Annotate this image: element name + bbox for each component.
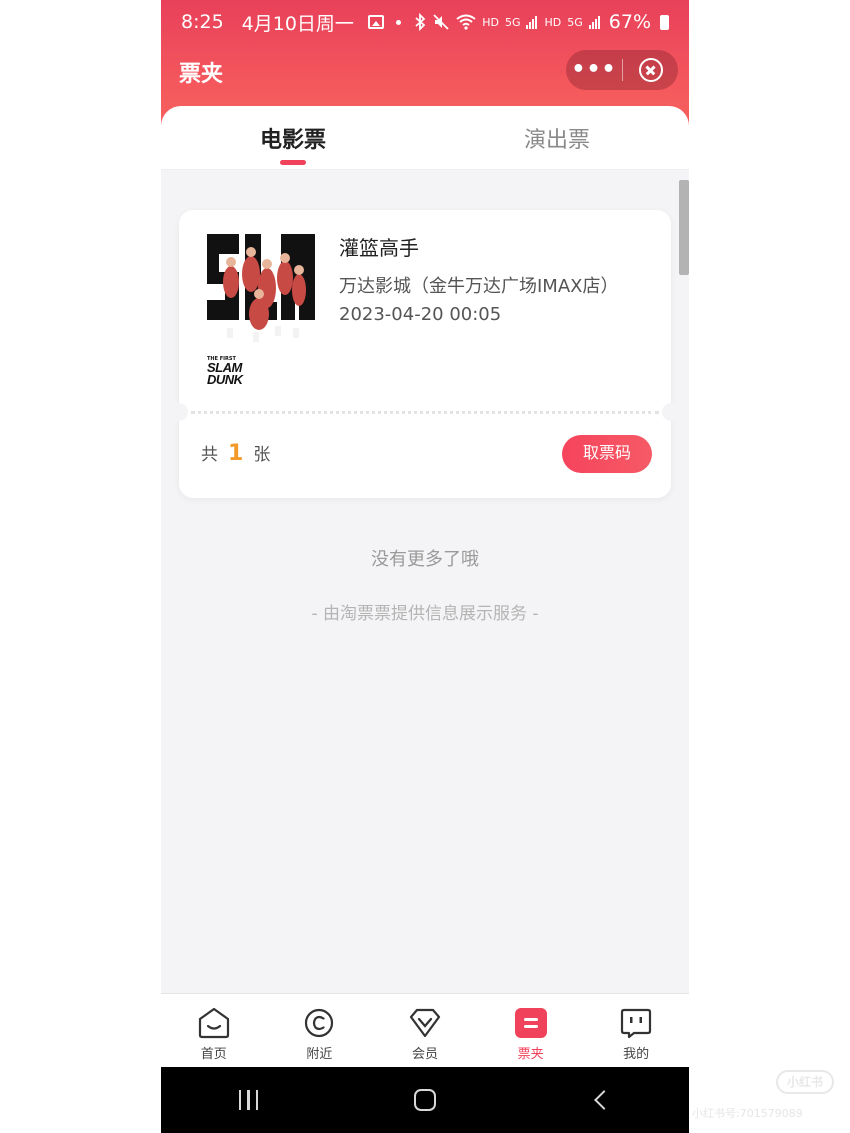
hd-label-2: HD	[544, 15, 562, 29]
hd-label-1: HD	[482, 15, 499, 29]
close-icon[interactable]	[639, 58, 663, 82]
notification-dot-icon	[395, 19, 401, 25]
more-button[interactable]: •••	[566, 50, 622, 90]
watermark-id: 小红书号:701579089	[692, 1107, 803, 1120]
battery-icon	[660, 14, 669, 30]
mute-icon	[433, 14, 449, 30]
list-end-text: 没有更多了哦	[371, 549, 479, 570]
cinema-name: 万达影城（金牛万达广场IMAX店）	[339, 276, 619, 297]
signal-5g-label-1: 5G	[504, 15, 521, 29]
nav-label: 我的	[623, 1047, 650, 1062]
poster-logo: SLAM DUNK	[207, 361, 243, 387]
bottom-tab-bar: 首页 附近 会员 票夹 我的	[161, 993, 689, 1067]
battery-percent: 67%	[608, 11, 651, 33]
back-button[interactable]	[594, 1090, 615, 1110]
status-bar: 8:25 4月10日周一 HD 5G HD 5G 67%	[161, 0, 689, 44]
nav-item-home[interactable]: 首页	[161, 994, 267, 1067]
nav-label: 首页	[200, 1047, 227, 1062]
poster-logo-line: DUNK	[207, 372, 243, 387]
ticket-card[interactable]: THE FIRST SLAM DUNK 灌篮高手 万达影城（金牛万达广场IMAX…	[170, 210, 680, 498]
nav-label: 票夹	[517, 1047, 544, 1062]
capsule-divider	[622, 59, 623, 81]
nav-item-member[interactable]: 会员	[372, 994, 478, 1067]
tab-label: 电影票	[259, 128, 326, 153]
miniprogram-capsule: •••	[566, 50, 678, 90]
provider-notice: - 由淘票票提供信息展示服务 -	[311, 604, 539, 624]
tab-label: 演出票	[523, 128, 590, 153]
app-header: 票夹 •••	[161, 44, 689, 100]
signal-5g-label-2: 5G	[567, 15, 583, 29]
home-button[interactable]	[413, 1089, 436, 1111]
signal-bars-icon	[526, 16, 538, 29]
poster-artwork	[205, 232, 317, 352]
ticket-count-suffix: 张	[253, 445, 271, 465]
ticket-notch-right	[662, 403, 680, 421]
status-time: 8:25	[181, 11, 224, 33]
nav-label: 会员	[411, 1047, 438, 1062]
tab-movie-tickets[interactable]: 电影票	[161, 106, 425, 169]
member-diamond-icon	[407, 1006, 443, 1040]
nav-label: 附近	[306, 1047, 333, 1062]
show-time: 2023-04-20 00:05	[339, 304, 502, 325]
bluetooth-icon	[415, 13, 426, 31]
home-face-icon	[196, 1006, 232, 1040]
status-icons: HD 5G HD 5G 67%	[414, 11, 669, 33]
recents-button[interactable]	[238, 1090, 259, 1110]
movie-poster: THE FIRST SLAM DUNK	[201, 230, 321, 390]
tab-show-tickets[interactable]: 演出票	[425, 106, 689, 169]
ticket-wallet-icon	[513, 1006, 549, 1040]
page-title: 票夹	[179, 62, 224, 87]
phone-screen: 8:25 4月10日周一 HD 5G HD 5G 67% 票夹 ••• 电影票	[161, 0, 689, 1133]
scrollbar[interactable]	[679, 180, 689, 275]
get-ticket-code-button[interactable]: 取票码	[562, 435, 652, 473]
nav-item-nearby[interactable]: 附近	[267, 994, 373, 1067]
gallery-icon	[367, 15, 384, 29]
status-date: 4月10日周一	[241, 12, 354, 35]
nav-item-profile[interactable]: 我的	[583, 994, 689, 1067]
profile-face-icon	[618, 1006, 654, 1040]
ticket-tabs: 电影票 演出票	[161, 106, 689, 170]
ticket-count-prefix: 共	[201, 445, 218, 465]
signal-bars-icon	[588, 16, 600, 29]
movie-name: 灌篮高手	[339, 236, 419, 260]
system-navigation-bar	[161, 1067, 689, 1133]
active-tab-indicator	[280, 160, 306, 165]
ticket-count: 共 1 张	[201, 440, 270, 466]
watermark-logo: 小红书	[776, 1070, 834, 1094]
nearby-c-icon	[301, 1006, 337, 1040]
wifi-icon	[456, 14, 476, 30]
ticket-count-number: 1	[228, 441, 244, 466]
ticket-notch-left	[170, 403, 188, 421]
nav-item-ticket-wallet[interactable]: 票夹	[478, 994, 584, 1067]
ticket-perforation	[191, 411, 659, 414]
